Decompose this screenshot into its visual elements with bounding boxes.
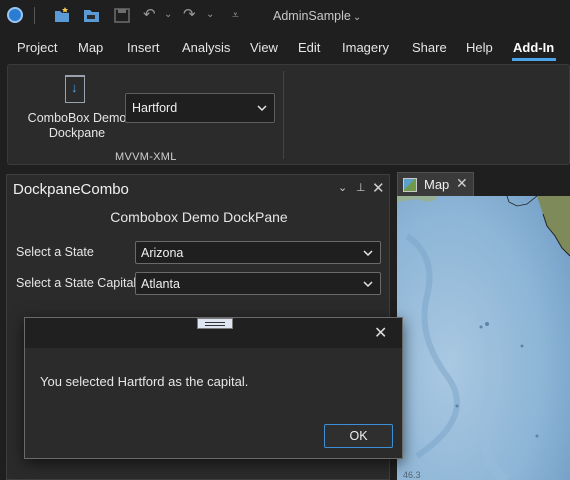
ribbon: ↓ ComboBox Demo Dockpane Hartford MVVM-X… — [7, 64, 570, 165]
map-scale-readout: 46.3 — [403, 470, 421, 480]
map-icon — [403, 178, 417, 192]
save-project-icon[interactable] — [113, 6, 131, 24]
dockpane-icon: ↓ — [65, 75, 85, 103]
map-view[interactable] — [397, 196, 570, 480]
capital-combo[interactable]: Atlanta — [135, 272, 381, 295]
chevron-down-icon[interactable]: ⌄ — [164, 7, 172, 23]
chevron-down-icon — [363, 281, 373, 288]
tab-map[interactable]: Map — [78, 40, 103, 55]
dockpane-title: DockpaneCombo — [13, 181, 129, 198]
drag-handle-icon[interactable] — [197, 318, 233, 329]
message-dialog: ✕ You selected Hartford as the capital. … — [24, 317, 403, 459]
state-combo-value: Arizona — [141, 246, 184, 260]
ribbon-capital-combo[interactable]: Hartford — [125, 93, 275, 123]
ribbon-tabs: Project Map Insert Analysis View Edit Im… — [0, 32, 570, 62]
close-icon[interactable]: ✕ — [456, 175, 468, 192]
tab-project[interactable]: Project — [17, 40, 57, 55]
state-combo[interactable]: Arizona — [135, 241, 381, 264]
dialog-message: You selected Hartford as the capital. — [40, 374, 249, 389]
divider — [283, 71, 284, 159]
chevron-down-icon[interactable]: ⌄ — [206, 7, 214, 23]
close-icon[interactable]: ✕ — [374, 323, 387, 343]
capital-label: Select a State Capital — [16, 276, 137, 290]
chevron-down-icon — [363, 250, 373, 257]
ribbon-group-label: MVVM-XML — [115, 151, 177, 163]
dockpane-heading: Combobox Demo DockPane — [110, 209, 288, 225]
ok-button[interactable]: OK — [324, 424, 393, 448]
arcgis-pro-logo-icon[interactable] — [7, 7, 23, 23]
chevron-down-icon — [257, 105, 267, 112]
tab-analysis[interactable]: Analysis — [182, 40, 230, 55]
map-basemap — [397, 196, 570, 480]
tab-view[interactable]: View — [250, 40, 278, 55]
dialog-title-bar[interactable]: ✕ — [25, 318, 402, 348]
tab-edit[interactable]: Edit — [298, 40, 320, 55]
project-title-text: AdminSample — [273, 9, 351, 23]
combobox-demo-dockpane-button[interactable]: ↓ ComboBox Demo Dockpane — [20, 69, 126, 141]
project-title[interactable]: AdminSample ⌄ — [273, 9, 361, 23]
new-project-icon[interactable] — [53, 6, 71, 24]
tab-add-in[interactable]: Add-In — [513, 40, 554, 55]
divider — [34, 7, 35, 24]
close-icon[interactable]: ✕ — [372, 179, 385, 197]
map-tab-label: Map — [424, 177, 450, 192]
chevron-down-icon: ⌄ — [352, 12, 362, 23]
capital-combo-value: Atlanta — [141, 277, 180, 291]
state-label: Select a State — [16, 245, 94, 259]
tab-insert[interactable]: Insert — [127, 40, 160, 55]
tab-help[interactable]: Help — [466, 40, 493, 55]
ribbon-button-label: ComboBox Demo Dockpane — [27, 111, 127, 140]
ribbon-combo-value: Hartford — [132, 101, 178, 115]
title-bar: ↶ ⌄ ↷ ⌄ ⩡ AdminSample ⌄ — [0, 0, 570, 32]
tab-share[interactable]: Share — [412, 40, 447, 55]
redo-icon[interactable]: ↷ — [183, 7, 196, 23]
undo-icon[interactable]: ↶ — [143, 7, 156, 23]
options-menu-icon[interactable]: ⌄ — [338, 181, 347, 194]
pin-icon[interactable]: ⊥ — [356, 181, 366, 194]
tab-imagery[interactable]: Imagery — [342, 40, 389, 55]
open-project-icon[interactable] — [83, 6, 101, 24]
active-tab-indicator — [512, 58, 556, 61]
tab-map-view[interactable]: Map ✕ — [397, 172, 474, 196]
customize-qat-icon[interactable]: ⩡ — [232, 7, 239, 23]
